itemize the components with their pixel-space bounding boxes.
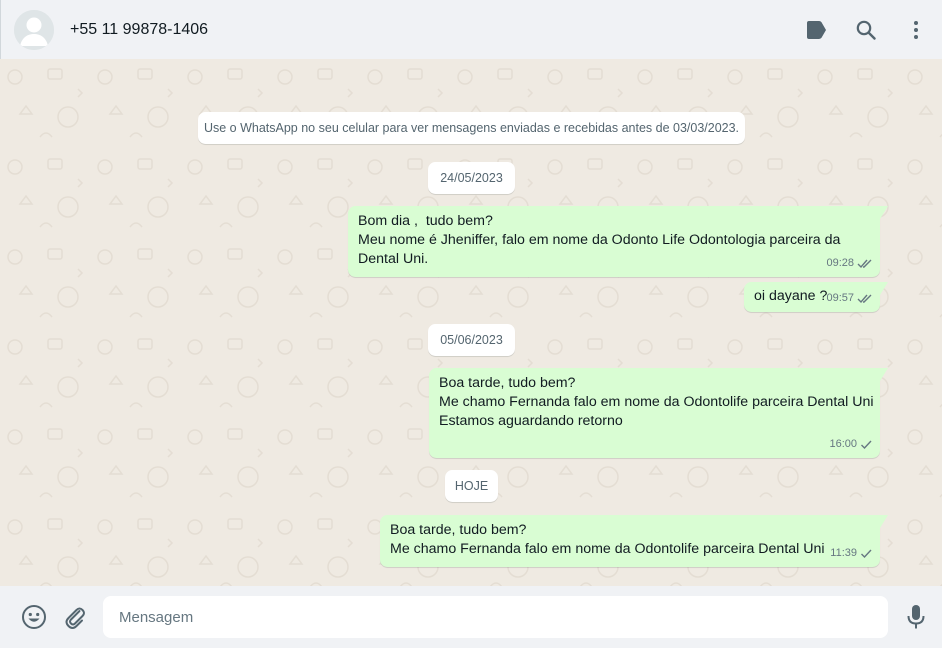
double-check-icon (857, 294, 872, 304)
date-separator: 05/06/2023 (428, 324, 515, 356)
message-time: 09:28 (826, 257, 854, 269)
message-text-line: Me chamo Fernanda falo em nome da Odonto… (390, 541, 825, 557)
double-check-icon (857, 259, 872, 269)
message-text-line: Boa tarde, tudo bem? (439, 375, 576, 391)
microphone-icon[interactable] (903, 604, 929, 630)
message-bubble[interactable]: Boa tarde, tudo bem? Me chamo Fernanda f… (380, 515, 888, 567)
encryption-notice-text: Use o WhatsApp no seu celular para ver m… (203, 121, 740, 135)
label-icon[interactable] (804, 18, 828, 42)
message-text-line: Me chamo Fernanda falo em nome da Odonto… (439, 394, 874, 410)
date-label: HOJE (454, 479, 489, 493)
chat-header: +55 11 99878-1406 (0, 0, 942, 59)
default-avatar-icon (14, 9, 54, 50)
compose-bar (0, 586, 942, 648)
encryption-notice: Use o WhatsApp no seu celular para ver m… (198, 112, 745, 144)
menu-icon[interactable] (904, 18, 928, 42)
date-separator: HOJE (445, 470, 498, 502)
message-time: 16:00 (829, 438, 857, 450)
message-text-line: Bom dia , tudo bem? (358, 213, 493, 229)
message-text-line: Boa tarde, tudo bem? (390, 522, 527, 538)
emoji-icon[interactable] (21, 604, 47, 630)
message-time: 09:57 (826, 292, 854, 304)
message-text-line: Meu nome é Jheniffer, falo em nome da Od… (358, 232, 841, 248)
contact-name[interactable]: +55 11 99878-1406 (70, 21, 208, 39)
avatar[interactable] (14, 9, 54, 50)
header-actions (778, 18, 928, 42)
message-meta: 11:39 (830, 544, 873, 563)
attach-icon[interactable] (62, 604, 88, 630)
date-label: 24/05/2023 (440, 171, 503, 185)
message-meta: 16:00 (829, 435, 873, 454)
message-meta: 09:57 (826, 289, 873, 308)
message-bubble[interactable]: Bom dia , tudo bem? Meu nome é Jheniffer… (348, 206, 888, 277)
search-icon[interactable] (854, 18, 878, 42)
message-bubble[interactable]: Boa tarde, tudo bem? Me chamo Fernanda f… (429, 368, 888, 458)
message-meta: 09:28 (826, 254, 873, 273)
single-check-icon (861, 549, 872, 559)
date-separator: 24/05/2023 (428, 162, 515, 194)
chat-area[interactable]: Use o WhatsApp no seu celular para ver m… (0, 59, 942, 586)
single-check-icon (861, 440, 872, 450)
message-input[interactable] (103, 596, 888, 638)
message-time: 11:39 (830, 547, 857, 559)
message-bubble[interactable]: oi dayane ? 09:57 (744, 282, 888, 312)
message-text-line: Dental Uni. (358, 251, 429, 267)
date-label: 05/06/2023 (440, 333, 503, 347)
message-text-line: Estamos aguardando retorno (439, 413, 623, 429)
